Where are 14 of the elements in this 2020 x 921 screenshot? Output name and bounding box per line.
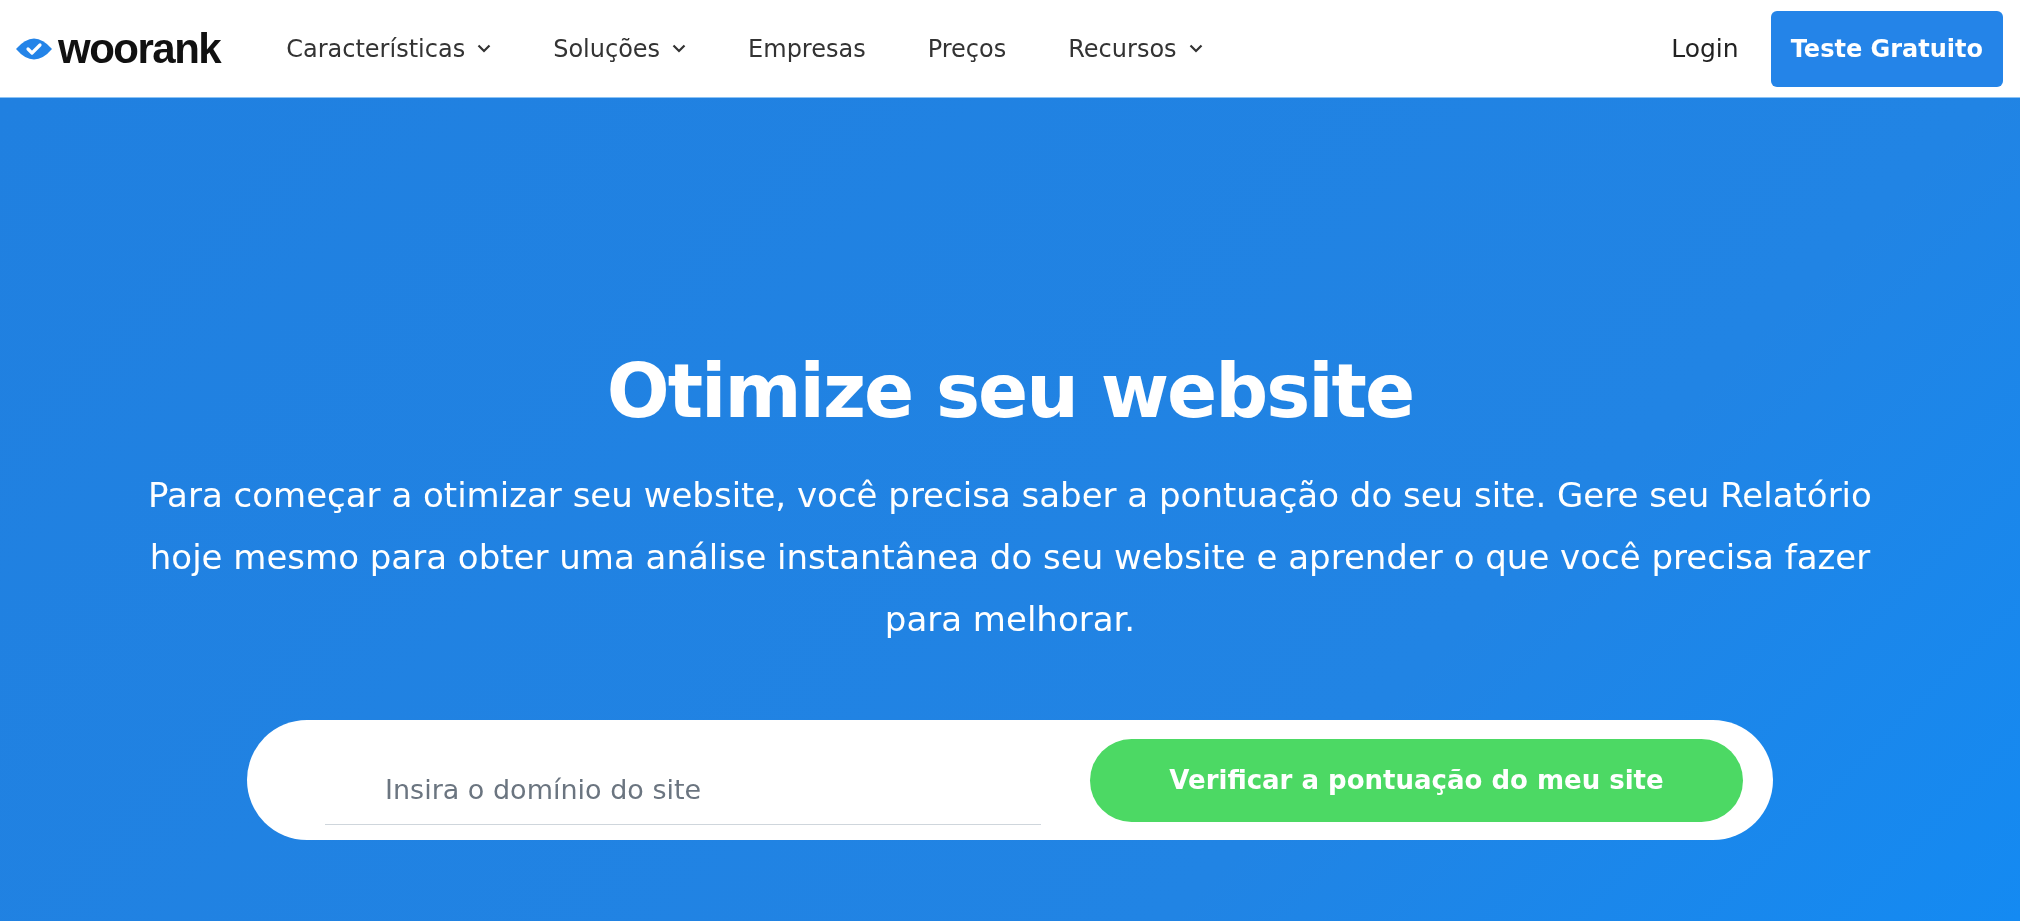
nav-dropdown[interactable]: Características bbox=[286, 34, 492, 63]
chevron-down-icon bbox=[477, 44, 492, 53]
chevron-down-icon bbox=[1188, 44, 1203, 53]
hero-description: Para começar a otimizar seu website, você precisa saber a pontuação do seu site. Gere seu Relatório hoje mesmo para obter uma análise instantânea do seu website e aprender o que você precisa fazer para melhorar. bbox=[147, 474, 1873, 641]
login-link[interactable]: Login bbox=[1671, 34, 1739, 63]
domain-input-field[interactable]: Insira o domínio do site bbox=[385, 774, 1041, 805]
nav-dropdown[interactable]: Recursos bbox=[1068, 34, 1203, 63]
nav-link[interactable]: Preços bbox=[927, 34, 1007, 63]
nav-link[interactable]: Empresas bbox=[748, 34, 866, 63]
free-trial-button[interactable]: Teste Gratuito bbox=[1770, 10, 2003, 87]
hero-title: Otimize seu website bbox=[606, 348, 1414, 434]
woorank-logo[interactable]: woorank bbox=[14, 24, 221, 73]
nav-dropdown[interactable]: Soluções bbox=[553, 34, 687, 63]
chevron-down-icon bbox=[672, 44, 687, 53]
